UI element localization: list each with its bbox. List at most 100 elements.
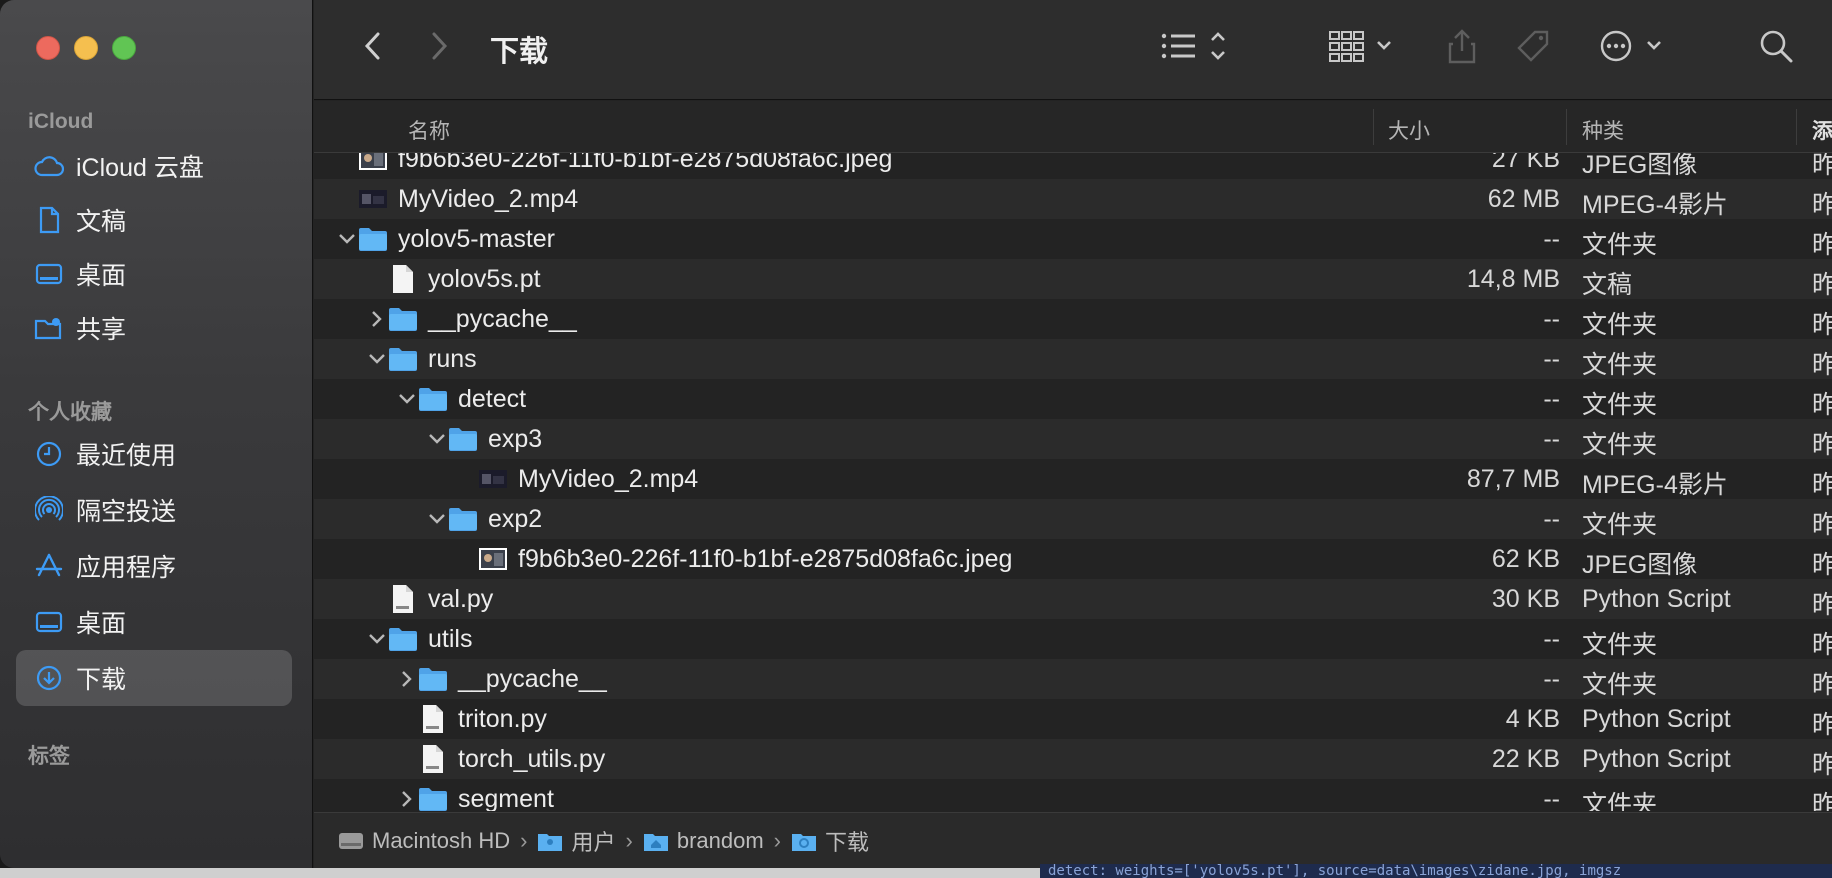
- file-row[interactable]: MyVideo_2.mp4 87,7 MB MPEG-4影片 昨: [314, 459, 1832, 499]
- column-name[interactable]: 名称: [408, 115, 450, 145]
- tag-button[interactable]: [1514, 24, 1554, 72]
- file-size: --: [1543, 425, 1560, 453]
- file-row[interactable]: runs -- 文件夹 昨: [314, 339, 1832, 379]
- sidebar-item-label: 应用程序: [76, 554, 177, 582]
- file-row[interactable]: triton.py 4 KB Python Script 昨: [314, 699, 1832, 739]
- folder-icon: [358, 224, 388, 254]
- search-icon: [1758, 28, 1794, 69]
- sidebar-item-airdrop[interactable]: 隔空投送: [16, 482, 292, 538]
- sidebar-item-documents[interactable]: 文稿: [16, 192, 292, 248]
- sidebar-item-applications[interactable]: 应用程序: [16, 538, 292, 594]
- file-kind: 文件夹: [1582, 791, 1658, 811]
- folder-icon: [388, 304, 418, 334]
- zoom-button[interactable]: [112, 36, 136, 60]
- window-controls: [36, 36, 136, 60]
- column-kind[interactable]: 种类: [1582, 115, 1624, 145]
- disclosure-open-icon[interactable]: [336, 227, 358, 251]
- file-date-added: 昨: [1812, 791, 1832, 811]
- sidebar-item-recents[interactable]: 最近使用: [16, 426, 292, 482]
- file-row[interactable]: utils -- 文件夹 昨: [314, 619, 1832, 659]
- file-row[interactable]: yolov5-master -- 文件夹 昨: [314, 219, 1832, 259]
- back-button[interactable]: [354, 24, 390, 72]
- desktop-icon: [34, 607, 64, 637]
- disclosure-closed-icon[interactable]: [366, 307, 388, 331]
- sidebar-item-label: 下载: [76, 666, 127, 694]
- forward-button[interactable]: [422, 24, 458, 72]
- file-size: --: [1543, 505, 1560, 533]
- file-name: __pycache__: [428, 305, 577, 333]
- file-size: --: [1543, 665, 1560, 693]
- column-date-added[interactable]: 添: [1812, 115, 1832, 145]
- disclosure-open-icon[interactable]: [366, 347, 388, 371]
- file-date-added: 昨: [1812, 191, 1832, 219]
- file-row[interactable]: torch_utils.py 22 KB Python Script 昨: [314, 739, 1832, 779]
- desktop-background: [0, 868, 1040, 878]
- sidebar-item-label: 共享: [76, 316, 127, 344]
- disclosure-open-icon[interactable]: [426, 507, 448, 531]
- file-row[interactable]: detect -- 文件夹 昨: [314, 379, 1832, 419]
- file-date-added: 昨: [1812, 351, 1832, 379]
- file-name: torch_utils.py: [458, 745, 606, 773]
- file-row[interactable]: f9b6b3e0-226f-11f0-b1bf-e2875d08fa6c.jpe…: [314, 153, 1832, 179]
- file-row[interactable]: __pycache__ -- 文件夹 昨: [314, 659, 1832, 699]
- file-date-added: 昨: [1812, 631, 1832, 659]
- file-row[interactable]: exp3 -- 文件夹 昨: [314, 419, 1832, 459]
- search-button[interactable]: [1756, 24, 1796, 72]
- chevron-right-icon: ›: [625, 827, 633, 853]
- path-item-downloads[interactable]: 下载: [791, 825, 869, 857]
- file-row[interactable]: exp2 -- 文件夹 昨: [314, 499, 1832, 539]
- column-size[interactable]: 大小: [1388, 115, 1430, 145]
- path-item-users[interactable]: 用户 ›: [537, 825, 642, 857]
- disclosure-closed-icon[interactable]: [396, 667, 418, 691]
- sidebar-item-label: 最近使用: [76, 442, 177, 470]
- file-date-added: 昨: [1812, 431, 1832, 459]
- file-name: exp2: [488, 505, 543, 533]
- folder-icon: [418, 784, 448, 811]
- share-icon: [1447, 28, 1477, 69]
- file-date-added: 昨: [1812, 471, 1832, 499]
- file-row[interactable]: val.py 30 KB Python Script 昨: [314, 579, 1832, 619]
- share-button[interactable]: [1442, 24, 1482, 72]
- group-button[interactable]: [1328, 24, 1404, 72]
- disclosure-open-icon[interactable]: [426, 427, 448, 451]
- sidebar-item-shared[interactable]: 共享: [16, 300, 292, 356]
- sidebar-item-icloud-drive[interactable]: iCloud 云盘: [16, 138, 292, 194]
- file-row[interactable]: f9b6b3e0-226f-11f0-b1bf-e2875d08fa6c.jpe…: [314, 539, 1832, 579]
- sidebar-item-downloads[interactable]: 下载: [16, 650, 292, 706]
- file-row[interactable]: yolov5s.pt 14,8 MB 文稿 昨: [314, 259, 1832, 299]
- disclosure-open-icon[interactable]: [366, 627, 388, 651]
- path-item-home[interactable]: brandom ›: [643, 828, 791, 854]
- column-divider[interactable]: [1373, 109, 1374, 145]
- file-row[interactable]: MyVideo_2.mp4 62 MB MPEG-4影片 昨: [314, 179, 1832, 219]
- disclosure-closed-icon[interactable]: [396, 787, 418, 811]
- path-item-macintosh-hd[interactable]: Macintosh HD ›: [338, 828, 537, 854]
- view-options-button[interactable]: [1160, 24, 1240, 72]
- file-name: exp3: [488, 425, 543, 453]
- file-row[interactable]: segment -- 文件夹 昨: [314, 779, 1832, 811]
- disclosure-open-icon[interactable]: [396, 387, 418, 411]
- file-name: detect: [458, 385, 527, 413]
- file-date-added: 昨: [1812, 231, 1832, 259]
- file-date-added: 昨: [1812, 153, 1832, 179]
- chevron-right-icon: ›: [773, 827, 781, 853]
- column-divider[interactable]: [1796, 109, 1797, 145]
- column-divider[interactable]: [1566, 109, 1567, 145]
- file-row[interactable]: __pycache__ -- 文件夹 昨: [314, 299, 1832, 339]
- file-size: 22 KB: [1491, 745, 1560, 773]
- more-actions-button[interactable]: [1598, 24, 1670, 72]
- column-header: 名称 大小 种类 添: [314, 101, 1832, 153]
- python-file-icon: [418, 704, 448, 734]
- file-kind: 文件夹: [1582, 351, 1658, 379]
- file-name: f9b6b3e0-226f-11f0-b1bf-e2875d08fa6c.jpe…: [398, 153, 893, 173]
- file-size: --: [1543, 625, 1560, 653]
- sidebar-item-desktop-2[interactable]: 桌面: [16, 594, 292, 650]
- close-button[interactable]: [36, 36, 60, 60]
- sidebar-item-label: 桌面: [76, 610, 127, 638]
- minimize-button[interactable]: [74, 36, 98, 60]
- file-date-added: 昨: [1812, 511, 1832, 539]
- applications-icon: [34, 551, 64, 581]
- file-kind: Python Script: [1582, 585, 1731, 613]
- file-size: 87,7 MB: [1466, 465, 1560, 493]
- file-size: 62 MB: [1487, 185, 1560, 213]
- sidebar-item-desktop[interactable]: 桌面: [16, 246, 292, 302]
